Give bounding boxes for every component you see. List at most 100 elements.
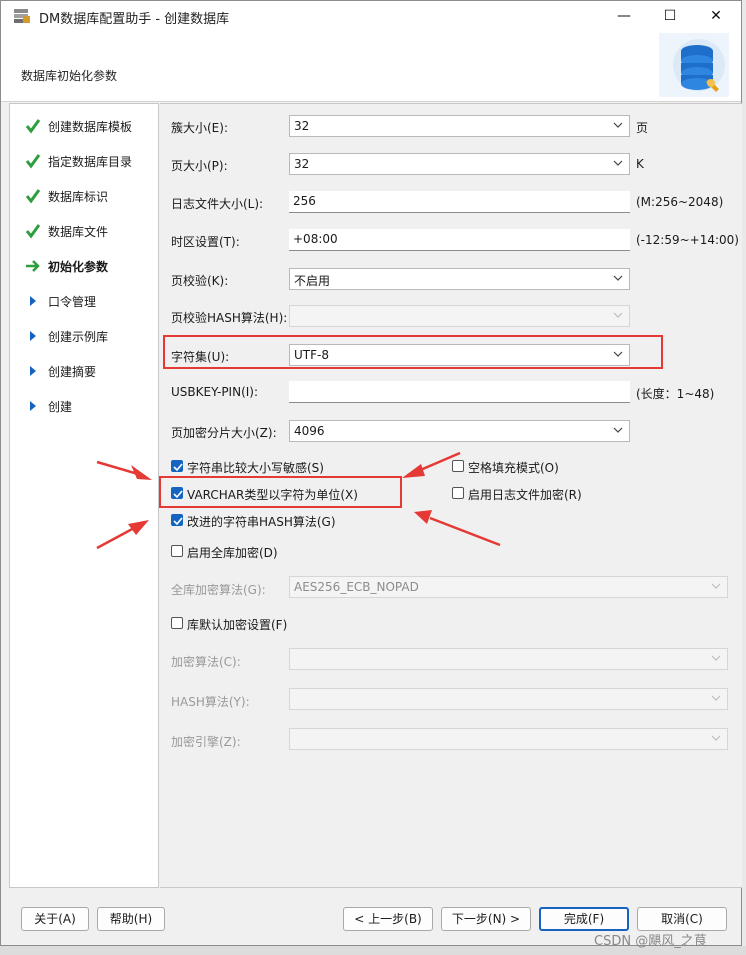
checkbox-box bbox=[171, 545, 183, 557]
page-check-select[interactable]: 不启用 bbox=[289, 268, 630, 290]
extent-size-unit: 页 bbox=[636, 121, 649, 135]
enc-algo-label: 加密算法(C): bbox=[171, 655, 241, 669]
checkmark-icon bbox=[25, 154, 41, 169]
help-button[interactable]: 帮助(H) bbox=[97, 907, 165, 931]
checkbox-box bbox=[452, 460, 464, 472]
minimize-button[interactable]: — bbox=[601, 1, 647, 31]
checkmark-icon bbox=[25, 119, 41, 134]
hash-algo-select[interactable] bbox=[289, 688, 728, 710]
page-size-unit: K bbox=[636, 157, 644, 171]
window-title: DM数据库配置助手 - 创建数据库 bbox=[39, 12, 230, 27]
triangle-right-icon bbox=[30, 366, 36, 376]
step-label: 初始化参数 bbox=[48, 260, 109, 274]
extent-size-label: 簇大小(E): bbox=[171, 121, 228, 135]
usbkey-label: USBKEY-PIN(I): bbox=[171, 385, 259, 399]
hash-algo-label: HASH算法(Y): bbox=[171, 695, 250, 709]
blank-pad-label: 空格填充模式(O) bbox=[468, 461, 559, 475]
close-button[interactable]: ✕ bbox=[693, 1, 739, 31]
blank-pad-checkbox[interactable]: 空格填充模式(O) bbox=[452, 458, 592, 475]
improved-hash-label: 改进的字符串HASH算法(G) bbox=[187, 515, 336, 529]
extent-size-value: 32 bbox=[294, 119, 310, 133]
arrow-right-icon bbox=[26, 260, 40, 272]
next-button[interactable]: 下一步(N) > bbox=[441, 907, 531, 931]
cancel-button[interactable]: 取消(C) bbox=[637, 907, 727, 931]
enc-engine-label: 加密引擎(Z): bbox=[171, 735, 241, 749]
charset-highlight-box bbox=[163, 335, 663, 369]
app-icon bbox=[14, 9, 30, 23]
full-enc-algo-value: AES256_ECB_NOPAD bbox=[294, 580, 419, 594]
watermark: CSDN @飓风_之茛 bbox=[594, 934, 707, 949]
timezone-value: +08:00 bbox=[293, 232, 338, 246]
full-enc-algo-select[interactable]: AES256_ECB_NOPAD bbox=[289, 576, 728, 598]
step-label: 创建 bbox=[48, 400, 73, 414]
triangle-right-icon bbox=[30, 331, 36, 341]
log-size-range: (M:256~2048) bbox=[636, 195, 724, 209]
step-sample-db[interactable]: 创建示例库 bbox=[10, 324, 158, 348]
step-create-template[interactable]: 创建数据库模板 bbox=[10, 114, 158, 138]
chevron-down-icon bbox=[613, 312, 623, 318]
page-header: 数据库初始化参数 bbox=[1, 31, 741, 102]
default-enc-checkbox[interactable]: 库默认加密设置(F) bbox=[171, 615, 311, 632]
chevron-down-icon bbox=[613, 275, 623, 281]
chevron-down-icon bbox=[613, 427, 623, 433]
usbkey-length-hint: (长度：1~48) bbox=[636, 387, 715, 401]
page-check-label: 页校验(K): bbox=[171, 274, 229, 288]
chevron-down-icon bbox=[711, 583, 721, 589]
improved-hash-checkbox[interactable]: 改进的字符串HASH算法(G) bbox=[171, 512, 371, 529]
page-enc-slice-select[interactable]: 4096 bbox=[289, 420, 630, 442]
page-size-select[interactable]: 32 bbox=[289, 153, 630, 175]
checkbox-box bbox=[171, 617, 183, 629]
log-encrypt-label: 启用日志文件加密(R) bbox=[468, 488, 582, 502]
checkmark-icon bbox=[25, 189, 41, 204]
dm-config-window: DM数据库配置助手 - 创建数据库 — ☐ ✕ 数据库初始化参数 创建数据库模板… bbox=[0, 0, 742, 946]
maximize-button[interactable]: ☐ bbox=[647, 1, 693, 31]
log-encrypt-checkbox[interactable]: 启用日志文件加密(R) bbox=[452, 485, 612, 502]
step-label: 指定数据库目录 bbox=[48, 155, 133, 169]
step-label: 创建示例库 bbox=[48, 330, 109, 344]
usbkey-input[interactable] bbox=[289, 381, 630, 403]
step-init-params[interactable]: 初始化参数 bbox=[10, 254, 158, 278]
step-label: 口令管理 bbox=[48, 295, 97, 309]
page-hash-select[interactable] bbox=[289, 305, 630, 327]
prev-button[interactable]: < 上一步(B) bbox=[343, 907, 433, 931]
chevron-down-icon bbox=[613, 122, 623, 128]
about-button[interactable]: 关于(A) bbox=[21, 907, 89, 931]
step-label: 数据库标识 bbox=[48, 190, 109, 204]
timezone-label: 时区设置(T): bbox=[171, 235, 240, 249]
case-sensitive-label: 字符串比较大小写敏感(S) bbox=[187, 461, 324, 475]
default-enc-label: 库默认加密设置(F) bbox=[187, 618, 288, 632]
step-label: 创建摘要 bbox=[48, 365, 97, 379]
step-label: 创建数据库模板 bbox=[48, 120, 133, 134]
page-enc-slice-label: 页加密分片大小(Z): bbox=[171, 426, 277, 440]
page-check-value: 不启用 bbox=[294, 274, 331, 288]
step-summary[interactable]: 创建摘要 bbox=[10, 359, 158, 383]
chevron-down-icon bbox=[711, 695, 721, 701]
page-title: 数据库初始化参数 bbox=[21, 69, 118, 83]
checkbox-box bbox=[452, 487, 464, 499]
timezone-range: (-12:59~+14:00) bbox=[636, 233, 739, 247]
page-size-value: 32 bbox=[294, 157, 310, 171]
step-password[interactable]: 口令管理 bbox=[10, 289, 158, 313]
title-bar: DM数据库配置助手 - 创建数据库 — ☐ ✕ bbox=[1, 1, 741, 31]
timezone-input[interactable]: +08:00 bbox=[289, 229, 630, 251]
extent-size-select[interactable]: 32 bbox=[289, 115, 630, 137]
step-db-files[interactable]: 数据库文件 bbox=[10, 219, 158, 243]
database-config-icon bbox=[659, 33, 729, 97]
log-size-value: 256 bbox=[293, 194, 316, 208]
step-db-identity[interactable]: 数据库标识 bbox=[10, 184, 158, 208]
step-create[interactable]: 创建 bbox=[10, 394, 158, 418]
enc-engine-select[interactable] bbox=[289, 728, 728, 750]
chevron-down-icon bbox=[613, 160, 623, 166]
page-hash-label: 页校验HASH算法(H): bbox=[171, 311, 288, 325]
finish-button[interactable]: 完成(F) bbox=[539, 907, 629, 931]
chevron-down-icon bbox=[711, 655, 721, 661]
step-db-directory[interactable]: 指定数据库目录 bbox=[10, 149, 158, 173]
enc-algo-select[interactable] bbox=[289, 648, 728, 670]
log-size-input[interactable]: 256 bbox=[289, 191, 630, 213]
case-sensitive-checkbox[interactable]: 字符串比较大小写敏感(S) bbox=[171, 458, 361, 475]
log-size-label: 日志文件大小(L): bbox=[171, 197, 264, 211]
full-encrypt-label: 启用全库加密(D) bbox=[187, 546, 278, 560]
full-encrypt-checkbox[interactable]: 启用全库加密(D) bbox=[171, 543, 311, 560]
step-label: 数据库文件 bbox=[48, 225, 109, 239]
checkbox-box bbox=[171, 460, 183, 472]
